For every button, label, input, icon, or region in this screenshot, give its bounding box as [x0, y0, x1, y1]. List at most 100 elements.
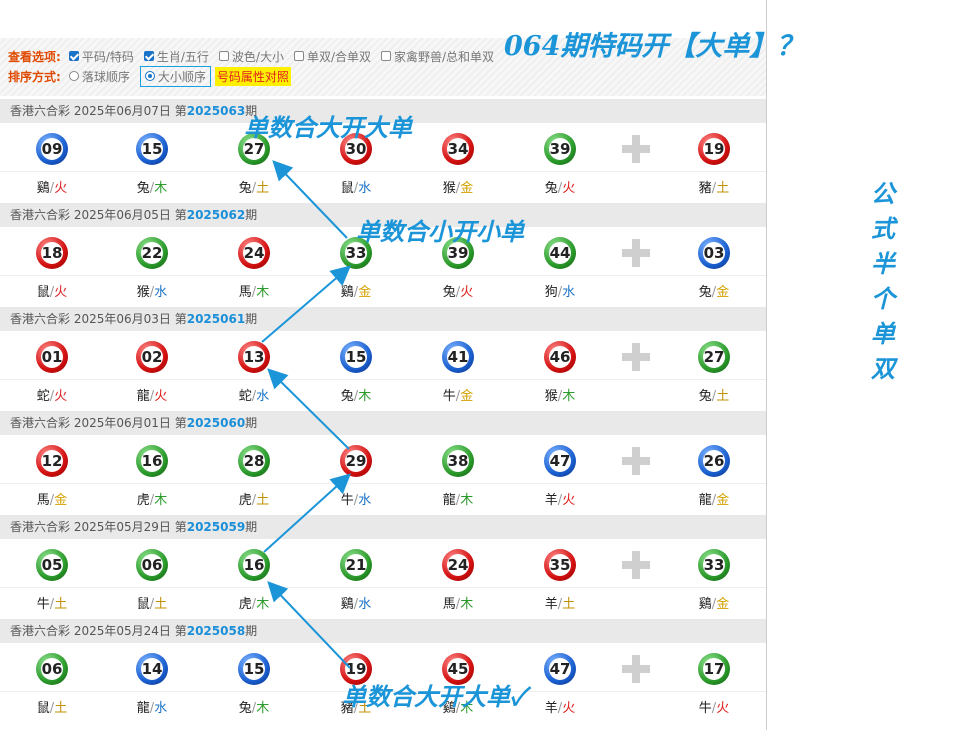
five-element: 火 — [460, 285, 474, 300]
lottery-ball: 44 — [544, 237, 576, 269]
five-element: 土 — [256, 493, 270, 508]
row-divider — [0, 275, 766, 276]
radio-button[interactable] — [144, 71, 155, 81]
checkbox[interactable] — [218, 51, 229, 61]
view-option-label: 平码/特码 — [81, 49, 134, 64]
draw-suffix: 期 — [245, 416, 258, 430]
five-element: 土 — [716, 389, 730, 404]
zodiac: 狗 — [544, 285, 558, 300]
ball-number: 38 — [447, 450, 469, 472]
view-option-4[interactable]: 家禽野兽/总和单双 — [381, 48, 494, 65]
lottery-ball: 46 — [544, 341, 576, 373]
ball-number: 24 — [447, 554, 469, 576]
plus-icon — [622, 551, 650, 579]
ball-number: 16 — [141, 450, 163, 472]
five-element: 火 — [54, 285, 68, 300]
side-note-char: 个 — [871, 284, 895, 313]
zodiac: 虎 — [238, 493, 252, 508]
zodiac: 鼠 — [340, 181, 354, 196]
side-note-char: 式 — [871, 214, 895, 243]
zodiac: 馬 — [36, 493, 50, 508]
ball-number: 16 — [243, 554, 265, 576]
ball-number: 27 — [703, 346, 725, 368]
zodiac: 兔 — [698, 285, 712, 300]
zodiac-element: 虎/土 — [224, 489, 284, 508]
zodiac-element: 兔/火 — [428, 281, 488, 300]
ball-number: 18 — [41, 242, 63, 264]
lottery-ball: 16 — [238, 549, 270, 581]
zodiac-element: 虎/木 — [122, 489, 182, 508]
zodiac-element: 羊/土 — [530, 593, 590, 612]
view-option-label: 波色/大小 — [231, 49, 284, 64]
five-element: 木 — [358, 389, 372, 404]
zodiac-element: 鷄/火 — [22, 177, 82, 196]
zodiac: 鷄 — [340, 285, 354, 300]
zodiac-element: 鼠/火 — [22, 281, 82, 300]
row-divider — [0, 483, 766, 484]
sort-option-label: 落球顺序 — [81, 69, 130, 84]
draw-suffix: 期 — [245, 208, 258, 222]
zodiac-element: 蛇/水 — [224, 385, 284, 404]
zodiac-element: 羊/火 — [530, 489, 590, 508]
five-element: 水 — [256, 389, 270, 404]
radio-button[interactable] — [68, 71, 79, 81]
five-element: 土 — [256, 181, 270, 196]
sort-option-1[interactable]: 大小顺序 — [139, 65, 211, 87]
lottery-ball: 12 — [36, 445, 68, 477]
attribute-compare-link[interactable]: 号码属性对照 — [214, 66, 291, 86]
draw-period: 2025061 — [186, 312, 246, 326]
view-option-3[interactable]: 单双/合单双 — [293, 48, 371, 65]
sort-option-label: 大小顺序 — [157, 69, 206, 84]
five-element: 水 — [358, 181, 372, 196]
view-option-2[interactable]: 波色/大小 — [218, 48, 284, 65]
five-element: 水 — [562, 285, 576, 300]
zodiac-element: 兔/木 — [122, 177, 182, 196]
zodiac-element: 鷄/水 — [326, 593, 386, 612]
view-option-1[interactable]: 生肖/五行 — [143, 48, 209, 65]
draw-header: 香港六合彩 2025年05月24日 第2025058期 — [0, 619, 766, 643]
ball-number: 26 — [703, 450, 725, 472]
zodiac-element: 猴/金 — [428, 177, 488, 196]
five-element: 木 — [154, 181, 168, 196]
zodiac: 牛 — [340, 493, 354, 508]
ball-number: 15 — [141, 138, 163, 160]
lottery-ball: 15 — [136, 133, 168, 165]
zodiac: 兔 — [698, 389, 712, 404]
zodiac: 鼠 — [36, 285, 50, 300]
checkbox[interactable] — [143, 51, 154, 61]
five-element: 木 — [460, 493, 474, 508]
lottery-ball: 26 — [698, 445, 730, 477]
draw-row: 香港六合彩 2025年06月03日 第2025061期 01 蛇/火 02 龍/火 13 蛇… — [0, 307, 766, 411]
zodiac-element: 馬/木 — [428, 593, 488, 612]
zodiac-element: 鷄/金 — [684, 593, 744, 612]
five-element: 火 — [54, 389, 68, 404]
zodiac-element: 牛/金 — [428, 385, 488, 404]
five-element: 金 — [716, 493, 730, 508]
lottery-ball: 06 — [136, 549, 168, 581]
ball-number: 21 — [345, 554, 367, 576]
draw-row: 香港六合彩 2025年05月29日 第2025059期 05 牛/土 06 鼠/土 16 虎… — [0, 515, 766, 619]
headline-annotation: 064期特码开【大单】？ — [504, 31, 804, 62]
five-element: 火 — [716, 701, 730, 716]
lottery-ball: 33 — [698, 549, 730, 581]
draw-suffix: 期 — [245, 624, 258, 638]
zodiac: 羊 — [544, 701, 558, 716]
sort-option-0[interactable]: 落球顺序 — [68, 68, 130, 85]
checkbox[interactable] — [68, 51, 79, 61]
ball-number: 39 — [549, 138, 571, 160]
zodiac-element: 牛/水 — [326, 489, 386, 508]
five-element: 火 — [562, 701, 576, 716]
annotation-big-odd-1: 单数合大开大单 — [244, 113, 412, 142]
five-element: 木 — [154, 493, 168, 508]
five-element: 土 — [54, 701, 68, 716]
row-divider — [0, 171, 766, 172]
zodiac: 鼠 — [36, 701, 50, 716]
zodiac: 鷄 — [698, 597, 712, 612]
ball-number: 19 — [703, 138, 725, 160]
checkbox[interactable] — [381, 51, 391, 61]
view-option-0[interactable]: 平码/特码 — [68, 48, 134, 65]
lottery-ball: 01 — [36, 341, 68, 373]
checkbox[interactable] — [293, 51, 304, 61]
ball-number: 46 — [549, 346, 571, 368]
ball-number: 05 — [41, 554, 63, 576]
